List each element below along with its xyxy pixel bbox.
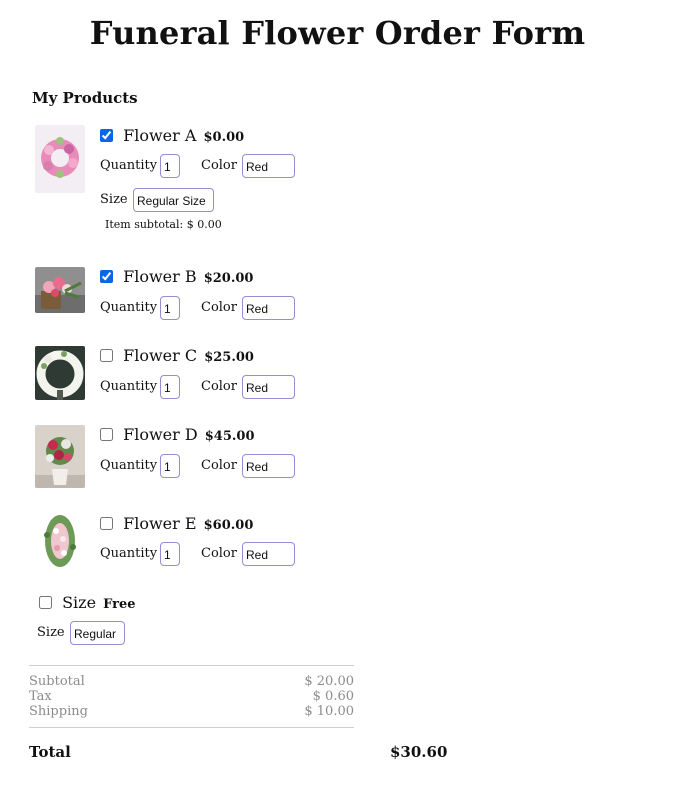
flower-b-quantity-label: Quantity <box>100 300 158 315</box>
flower-e-color-select[interactable]: Red <box>242 542 295 566</box>
flower-b-color-label: Color <box>201 300 237 315</box>
summary-tax-row: Tax $ 0.60 <box>29 689 354 704</box>
flower-b-price: $20.00 <box>203 271 254 286</box>
flower-a-quantity-input[interactable]: 1 <box>160 154 180 178</box>
flower-d-name: Flower D <box>123 425 198 444</box>
flower-a-header: Flower A $0.00 <box>100 126 244 145</box>
flower-c-price: $25.00 <box>204 350 254 365</box>
flower-d-checkbox[interactable] <box>100 428 113 441</box>
flower-e-header: Flower E $60.00 <box>100 514 253 533</box>
subtotal-label: Subtotal <box>29 674 85 689</box>
flower-b-name: Flower B <box>123 267 197 286</box>
flower-a-size-select[interactable]: Regular Size <box>133 188 214 212</box>
summary-top-divider <box>29 665 354 666</box>
summary-shipping-row: Shipping $ 10.00 <box>29 704 354 719</box>
flower-e-image <box>35 513 85 569</box>
flower-c-checkbox[interactable] <box>100 349 113 362</box>
size-option-price: Free <box>103 597 136 612</box>
flower-a-color-label: Color <box>201 158 237 173</box>
flower-b-image <box>35 267 85 313</box>
subtotal-value: $ 20.00 <box>304 674 354 689</box>
flower-c-quantity-input[interactable]: 1 <box>160 375 180 399</box>
flower-c-quantity-label: Quantity <box>100 379 158 394</box>
shipping-label: Shipping <box>29 704 88 719</box>
tax-label: Tax <box>29 689 52 704</box>
flower-a-name: Flower A <box>123 126 197 145</box>
flower-d-image <box>35 425 85 488</box>
flower-c-name: Flower C <box>123 346 198 365</box>
flower-e-name: Flower E <box>123 514 197 533</box>
flower-a-image <box>35 125 85 193</box>
flower-e-price: $60.00 <box>203 518 254 533</box>
flower-d-quantity-input[interactable]: 1 <box>160 454 180 478</box>
flower-a-item-subtotal: Item subtotal: $ 0.00 <box>105 218 222 231</box>
product-item-flower-e: Flower E $60.00 Quantity 1 Color Red <box>35 513 335 573</box>
flower-b-color-select[interactable]: Red <box>242 296 295 320</box>
total-label: Total <box>29 743 71 761</box>
size-option-header: Size Free <box>39 593 136 612</box>
flower-d-header: Flower D $45.00 <box>100 425 255 444</box>
flower-d-quantity-label: Quantity <box>100 458 158 473</box>
summary-bottom-divider <box>29 727 354 728</box>
product-item-flower-c: Flower C $25.00 Quantity 1 Color Red <box>35 346 335 406</box>
size-option-size-select[interactable]: Regular <box>70 621 125 645</box>
section-title: My Products <box>32 89 138 107</box>
flower-a-checkbox[interactable] <box>100 129 113 142</box>
page-title: Funeral Flower Order Form <box>89 14 586 52</box>
flower-e-color-label: Color <box>201 546 237 561</box>
flower-a-size-label: Size <box>100 192 128 207</box>
flower-d-price: $45.00 <box>204 429 255 444</box>
flower-a-price: $0.00 <box>203 130 245 145</box>
total-value: $30.60 <box>390 743 448 761</box>
product-item-flower-b: Flower B $20.00 Quantity 1 Color Red <box>35 267 335 327</box>
flower-a-color-select[interactable]: Red <box>242 154 295 178</box>
flower-b-header: Flower B $20.00 <box>100 267 253 286</box>
flower-c-image <box>35 346 85 400</box>
flower-d-color-label: Color <box>201 458 237 473</box>
summary-subtotal-row: Subtotal $ 20.00 <box>29 674 354 689</box>
flower-e-quantity-input[interactable]: 1 <box>160 542 180 566</box>
flower-e-checkbox[interactable] <box>100 517 113 530</box>
product-item-flower-d: Flower D $45.00 Quantity 1 Color Red <box>35 425 335 489</box>
flower-b-checkbox[interactable] <box>100 270 113 283</box>
flower-c-color-label: Color <box>201 379 237 394</box>
flower-c-color-select[interactable]: Red <box>242 375 295 399</box>
flower-a-quantity-label: Quantity <box>100 158 158 173</box>
flower-b-quantity-input[interactable]: 1 <box>160 296 180 320</box>
size-option-name: Size <box>62 593 97 612</box>
product-item-flower-a: Flower A $0.00 Quantity 1 Color Red Size… <box>35 125 335 235</box>
size-option-size-label: Size <box>37 625 65 640</box>
flower-e-quantity-label: Quantity <box>100 546 158 561</box>
size-option-checkbox[interactable] <box>39 596 52 609</box>
tax-value: $ 0.60 <box>312 689 354 704</box>
flower-c-header: Flower C $25.00 <box>100 346 254 365</box>
shipping-value: $ 10.00 <box>304 704 354 719</box>
flower-d-color-select[interactable]: Red <box>242 454 295 478</box>
